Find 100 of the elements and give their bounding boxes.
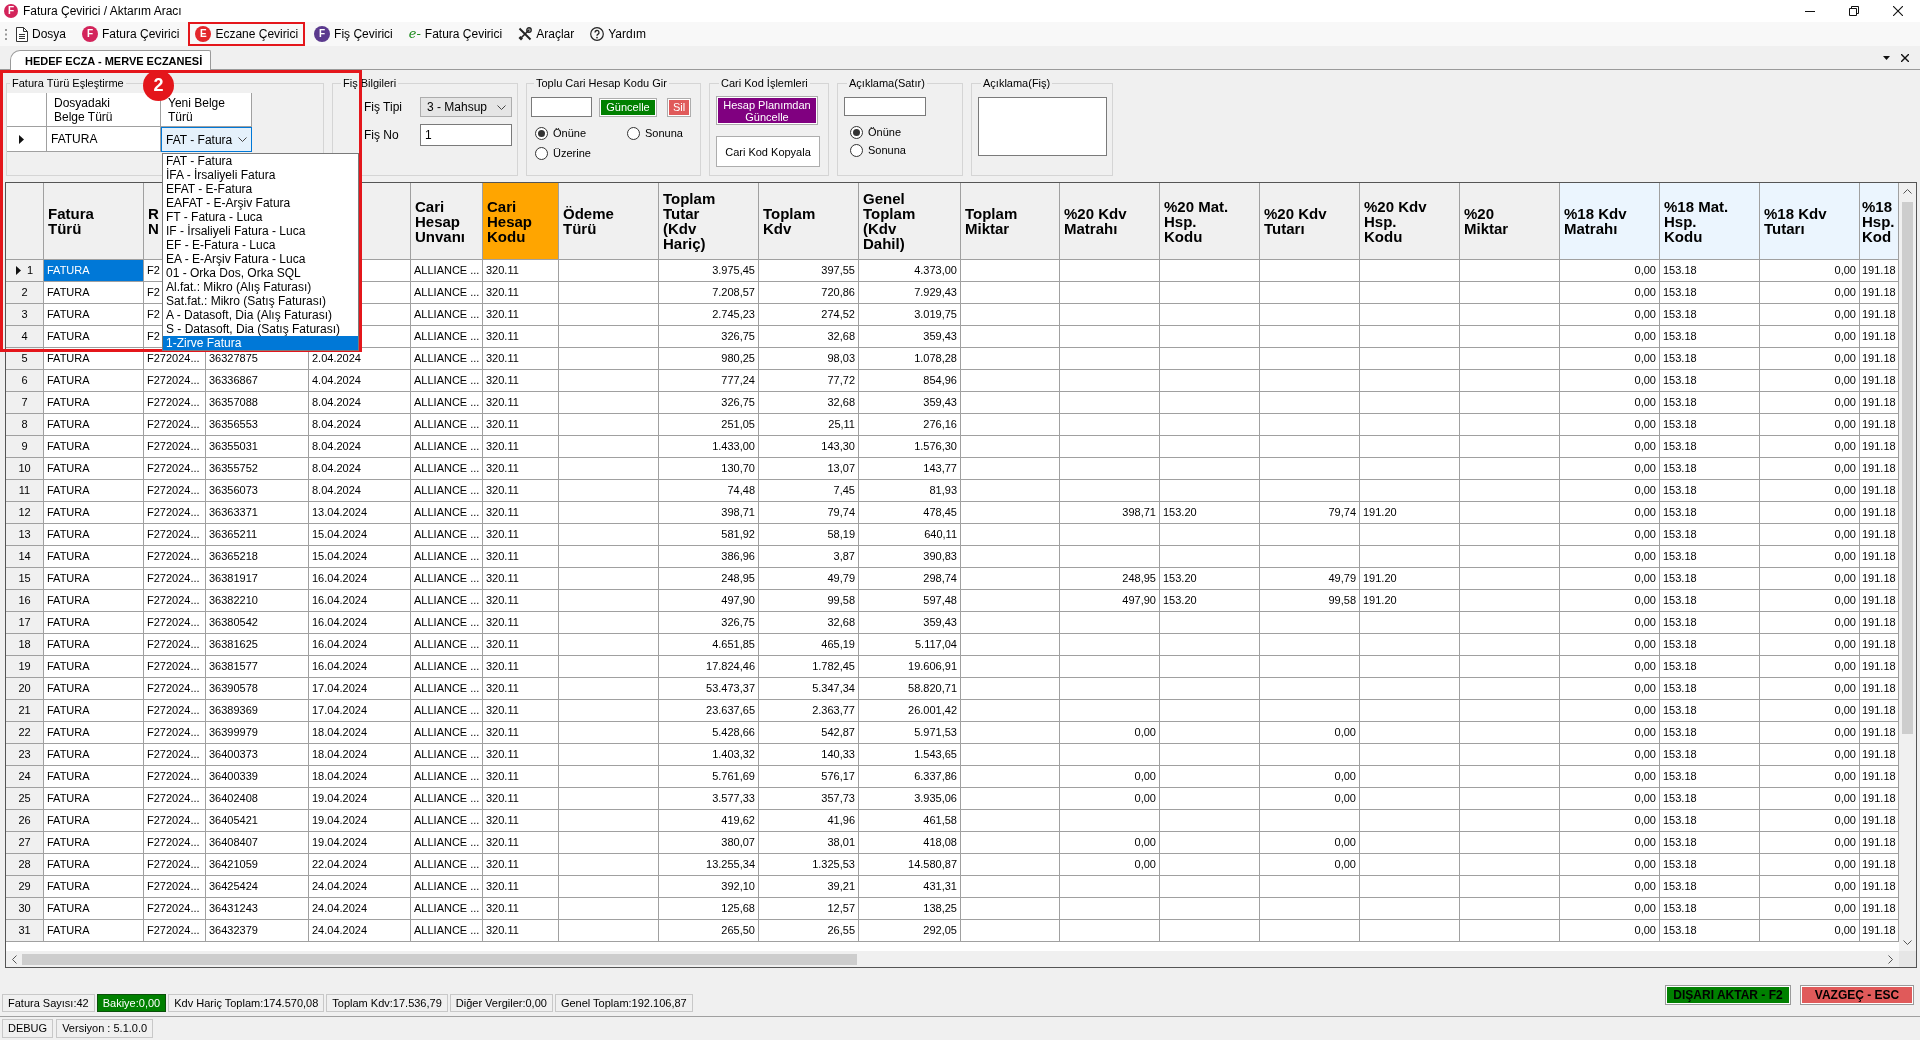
table-cell: 251,05 — [659, 414, 759, 436]
table-cell: 0,00 — [1560, 656, 1660, 678]
dropdown[interactable]: FAT - Fatura — [161, 127, 252, 152]
close-icon[interactable] — [1893, 6, 1903, 16]
menu-item[interactable]: F Fiş Çevirici — [307, 22, 400, 46]
table-cell: 36336867 — [206, 370, 309, 392]
input-field[interactable] — [531, 97, 592, 117]
window-title: Fatura Çevirici / Aktarım Aracı — [23, 4, 182, 18]
table-cell: 153.18 — [1660, 700, 1760, 722]
row-number: 17 — [18, 615, 31, 630]
restore-icon[interactable] — [1849, 6, 1859, 16]
cancel-button[interactable]: VAZGEÇ - ESC — [1800, 985, 1914, 1005]
table-cell: 320.11 — [483, 458, 559, 480]
chevron-left-icon[interactable] — [12, 954, 17, 964]
letter-badge: F — [314, 26, 331, 42]
radio-option[interactable]: Sonuna — [850, 142, 906, 158]
table-cell: ALLIANCE ... — [411, 722, 483, 744]
menu-item[interactable]: e- Fatura Çevirici — [401, 22, 510, 46]
horizontal-scrollbar[interactable] — [6, 951, 1899, 967]
vertical-scrollbar[interactable] — [1899, 183, 1916, 951]
row-number: 10 — [18, 461, 31, 476]
menu-item[interactable]: F Fatura Çevirici — [75, 22, 187, 46]
table-cell: 597,48 — [859, 590, 961, 612]
update-from-plan-button[interactable]: Hesap Planımdan Güncelle — [716, 96, 818, 125]
table-cell: ALLIANCE ... — [411, 304, 483, 326]
table-cell: 320.11 — [483, 678, 559, 700]
export-button[interactable]: DIŞARI AKTAR - F2 — [1665, 985, 1791, 1005]
table-cell: 153.18 — [1660, 656, 1760, 678]
close-icon[interactable] — [1901, 53, 1909, 62]
group-title: Toplu Cari Hesap Kodu Gir — [535, 76, 668, 90]
dropdown-option[interactable]: İFA - İrsaliyeli Fatura — [163, 168, 358, 182]
table-cell: 26.001,42 — [859, 700, 961, 722]
update-button[interactable]: Güncelle — [599, 97, 657, 117]
table-cell: 41,96 — [759, 810, 859, 832]
dropdown-arrow-icon[interactable] — [1883, 55, 1890, 60]
chevron-down-icon — [238, 137, 247, 142]
row-number: 12 — [18, 505, 31, 520]
table-cell: 6.337,86 — [859, 766, 961, 788]
table-cell: 32,68 — [759, 612, 859, 634]
table-cell: 3.019,75 — [859, 304, 961, 326]
minimize-icon[interactable] — [1805, 10, 1815, 12]
row-number: 5 — [21, 351, 28, 366]
table-cell: FATURA — [44, 876, 144, 898]
group-title: Fatura Türü Eşleştirme — [11, 76, 125, 90]
row-number: 26 — [18, 813, 31, 828]
menu-item[interactable]: E Eczane Çevirici — [188, 22, 306, 46]
radio-option[interactable]: Önüne — [850, 124, 902, 140]
copy-button[interactable]: Cari Kod Kopyala — [716, 136, 820, 167]
scrollbar-thumb[interactable] — [1902, 202, 1913, 734]
table-cell: 13.255,34 — [659, 854, 759, 876]
table-cell: 0,00 — [1560, 678, 1660, 700]
dropdown-option[interactable]: 1-Zirve Fatura — [163, 336, 358, 350]
chevron-right-icon[interactable] — [1888, 954, 1893, 964]
table-cell: FATURA — [44, 744, 144, 766]
table-cell: FATURA — [44, 260, 144, 282]
input-field[interactable]: 1 — [420, 124, 512, 146]
table-cell: 153.18 — [1660, 546, 1760, 568]
radio-option[interactable]: Önüne — [535, 125, 587, 141]
table-cell: 153.18 — [1660, 326, 1760, 348]
table-cell: 36399979 — [206, 722, 309, 744]
row-pointer-icon — [19, 134, 24, 144]
menu-item[interactable]: Araçlar — [511, 22, 582, 46]
table-cell: 0,00 — [1260, 854, 1360, 876]
table-cell: 320.11 — [483, 656, 559, 678]
table-cell: 0,00 — [1760, 348, 1860, 370]
table-cell: F272024... — [144, 392, 206, 414]
table-cell: FATURA — [44, 766, 144, 788]
table-cell: 0,00 — [1760, 480, 1860, 502]
table-cell: 36355752 — [206, 458, 309, 480]
table-cell: 15.04.2024 — [309, 524, 411, 546]
table-cell: 320.11 — [483, 700, 559, 722]
table-cell: 0,00 — [1560, 876, 1660, 898]
table-cell: 4.651,85 — [659, 634, 759, 656]
table-cell: 0,00 — [1060, 788, 1160, 810]
input-field[interactable] — [844, 97, 926, 116]
dropdown[interactable]: 3 - Mahsup — [420, 97, 512, 117]
table-cell: 7.208,57 — [659, 282, 759, 304]
chevron-up-icon[interactable] — [1903, 189, 1912, 194]
table-cell: 99,58 — [1260, 590, 1360, 612]
table-cell: FATURA — [44, 370, 144, 392]
table-cell: F272024... — [144, 590, 206, 612]
menu-item[interactable]: Dosya — [9, 22, 73, 46]
dropdown-option[interactable]: FAT - Fatura — [163, 154, 358, 168]
chevron-down-icon[interactable] — [1903, 940, 1912, 945]
menu-item[interactable]: Yardım — [583, 22, 653, 46]
radio-option[interactable]: Üzerine — [535, 145, 591, 161]
table-cell: 153.18 — [1660, 436, 1760, 458]
delete-button[interactable]: Sil — [667, 97, 691, 117]
table-cell: 36381917 — [206, 568, 309, 590]
scrollbar-corner — [1899, 951, 1916, 967]
table-cell: 0,00 — [1760, 810, 1860, 832]
table-cell: FATURA — [44, 458, 144, 480]
table-cell: 153.18 — [1660, 348, 1760, 370]
radio-option[interactable]: Sonuna — [627, 125, 683, 141]
table-cell: 153.18 — [1660, 854, 1760, 876]
scrollbar-thumb[interactable] — [22, 953, 857, 965]
table-cell: 19.04.2024 — [309, 788, 411, 810]
table-cell: ALLIANCE ... — [411, 920, 483, 942]
text-area[interactable] — [978, 97, 1107, 156]
tab[interactable]: HEDEF ECZA - MERVE ECZANESİ — [10, 50, 212, 70]
